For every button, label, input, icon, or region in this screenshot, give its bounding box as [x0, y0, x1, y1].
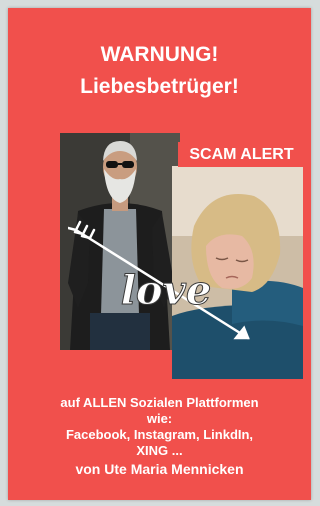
subtitle-line3: Facebook, Instagram, LinkdIn,	[65, 427, 254, 442]
subtitle-line1: auf ALLEN Sozialen Plattformen	[60, 395, 259, 410]
subtitle-line4: XING ...	[136, 443, 183, 458]
scam-alert-badge: SCAM ALERT	[178, 142, 305, 167]
book-cover: WARNUNG! Liebesbetrüger! SCAM ALERT love…	[8, 8, 311, 500]
love-script-text: love	[121, 267, 212, 314]
love-arrow-graphic: love	[68, 220, 250, 340]
subtitle-line2: wie:	[146, 411, 173, 426]
cover-title-line2: Liebesbetrüger!	[80, 75, 239, 98]
cover-title-line1: WARNUNG!	[100, 43, 219, 66]
author-line: von Ute Maria Mennicken	[75, 461, 244, 477]
